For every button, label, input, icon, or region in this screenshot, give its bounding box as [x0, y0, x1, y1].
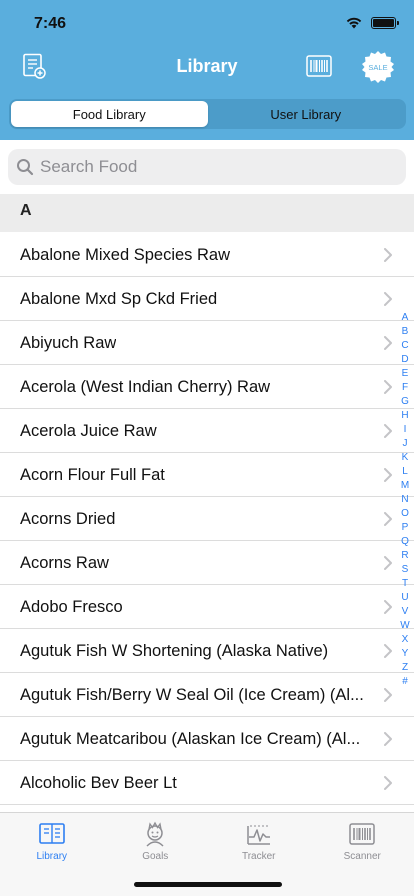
index-letter[interactable]: V: [402, 605, 409, 619]
index-letter[interactable]: E: [402, 367, 409, 381]
index-letter[interactable]: G: [401, 395, 409, 409]
library-book-icon: [38, 823, 65, 844]
list-item-label: Abalone Mxd Sp Ckd Fried: [20, 290, 218, 308]
chevron-right-icon: [384, 336, 392, 350]
chevron-right-icon: [384, 644, 392, 658]
chevron-right-icon: [384, 776, 392, 790]
food-list: Abalone Mixed Species Raw Abalone Mxd Sp…: [0, 233, 414, 805]
list-item-label: Alcoholic Bev Beer Lt: [20, 774, 177, 792]
index-letter[interactable]: I: [404, 423, 407, 437]
library-segmented-control: Food Library User Library: [9, 99, 406, 129]
section-header: A: [0, 194, 414, 232]
index-letter[interactable]: W: [400, 619, 409, 633]
section-letter: A: [20, 202, 32, 219]
sale-badge-button[interactable]: SALE: [361, 50, 395, 84]
index-letter[interactable]: D: [401, 353, 408, 367]
list-item[interactable]: Abalone Mxd Sp Ckd Fried: [0, 277, 414, 321]
index-letter[interactable]: C: [401, 339, 408, 353]
index-letter[interactable]: O: [401, 507, 409, 521]
wifi-icon: [346, 17, 362, 29]
index-letter[interactable]: A: [402, 311, 409, 325]
index-letter[interactable]: U: [401, 591, 408, 605]
tracker-chart-icon: [247, 825, 270, 845]
status-time: 7:46: [34, 15, 67, 32]
list-item[interactable]: Abiyuch Raw: [0, 321, 414, 365]
chevron-right-icon: [384, 688, 392, 702]
tab-library[interactable]: Library: [0, 821, 104, 862]
tab-food-library[interactable]: Food Library: [11, 101, 208, 127]
index-letter[interactable]: #: [402, 675, 408, 689]
list-item-label: Acorn Flour Full Fat: [20, 466, 165, 484]
list-item[interactable]: Agutuk Meatcaribou (Alaskan Ice Cream) (…: [0, 717, 414, 761]
list-item[interactable]: Acerola Juice Raw: [0, 409, 414, 453]
search-icon: [17, 159, 34, 176]
list-item-label: Adobo Fresco: [20, 598, 123, 616]
index-letter[interactable]: K: [402, 451, 409, 465]
index-letter[interactable]: B: [402, 325, 409, 339]
tab-scanner[interactable]: Scanner: [311, 821, 414, 862]
index-letter[interactable]: F: [402, 381, 408, 395]
chevron-right-icon: [384, 292, 392, 306]
list-item-label: Agutuk Fish W Shortening (Alaska Native): [20, 642, 329, 660]
list-item-label: Abalone Mixed Species Raw: [20, 246, 231, 264]
list-item-label: Acerola (West Indian Cherry) Raw: [20, 378, 271, 396]
status-indicators: [345, 16, 399, 29]
list-item[interactable]: Agutuk Fish W Shortening (Alaska Native): [0, 629, 414, 673]
scanner-barcode-icon: [349, 823, 375, 845]
index-letter[interactable]: H: [401, 409, 408, 423]
index-letter[interactable]: M: [401, 479, 409, 493]
tab-goals[interactable]: Goals: [104, 821, 208, 862]
index-letter[interactable]: N: [401, 493, 408, 507]
list-item-label: Agutuk Fish/Berry W Seal Oil (Ice Cream)…: [20, 686, 364, 704]
list-item[interactable]: Acorns Dried: [0, 497, 414, 541]
section-index-bar[interactable]: A B C D E F G H I J K L M N O P Q R S T …: [398, 311, 412, 689]
home-indicator: [134, 882, 282, 887]
tab-user-library[interactable]: User Library: [208, 101, 405, 127]
list-item[interactable]: Adobo Fresco: [0, 585, 414, 629]
index-letter[interactable]: P: [402, 521, 409, 535]
header-bar: 7:46 Library SALE Food Library User Libr…: [0, 0, 414, 140]
list-item[interactable]: Abalone Mixed Species Raw: [0, 233, 414, 277]
list-item-label: Abiyuch Raw: [20, 334, 117, 352]
tab-label: Library: [36, 851, 68, 862]
index-letter[interactable]: T: [402, 577, 408, 591]
list-item-label: Acorns Raw: [20, 554, 109, 572]
list-item[interactable]: Agutuk Fish/Berry W Seal Oil (Ice Cream)…: [0, 673, 414, 717]
search-area: Search Food: [0, 140, 414, 194]
tab-label: Goals: [142, 851, 169, 862]
chevron-right-icon: [384, 424, 392, 438]
list-item[interactable]: Acorn Flour Full Fat: [0, 453, 414, 497]
list-item-label: Acorns Dried: [20, 510, 116, 528]
page-title: Library: [176, 56, 238, 76]
index-letter[interactable]: Z: [402, 661, 408, 675]
index-letter[interactable]: J: [403, 437, 408, 451]
index-letter[interactable]: R: [401, 549, 408, 563]
tab-label: Scanner: [343, 851, 381, 862]
sale-badge-label: SALE: [368, 63, 387, 72]
chevron-right-icon: [384, 468, 392, 482]
list-item-label: Agutuk Meatcaribou (Alaskan Ice Cream) (…: [20, 730, 361, 748]
chevron-right-icon: [384, 380, 392, 394]
list-item[interactable]: Alcoholic Bev Beer Lt: [0, 761, 414, 805]
goals-head-icon: [146, 821, 164, 847]
tab-label: Tracker: [241, 851, 276, 862]
chevron-right-icon: [384, 512, 392, 526]
list-item[interactable]: Acerola (West Indian Cherry) Raw: [0, 365, 414, 409]
chevron-right-icon: [384, 556, 392, 570]
index-letter[interactable]: L: [402, 465, 408, 479]
index-letter[interactable]: Y: [402, 647, 409, 661]
index-letter[interactable]: X: [402, 633, 409, 647]
search-input[interactable]: Search Food: [8, 149, 406, 185]
list-item-label: Acerola Juice Raw: [20, 422, 157, 440]
tab-tracker[interactable]: Tracker: [207, 821, 311, 862]
chevron-right-icon: [384, 600, 392, 614]
index-letter[interactable]: Q: [401, 535, 409, 549]
index-letter[interactable]: S: [402, 563, 409, 577]
chevron-right-icon: [384, 248, 392, 262]
search-placeholder: Search Food: [40, 157, 138, 176]
list-item[interactable]: Acorns Raw: [0, 541, 414, 585]
barcode-scan-icon[interactable]: [306, 55, 332, 77]
chevron-right-icon: [384, 732, 392, 746]
battery-icon: [371, 16, 399, 29]
